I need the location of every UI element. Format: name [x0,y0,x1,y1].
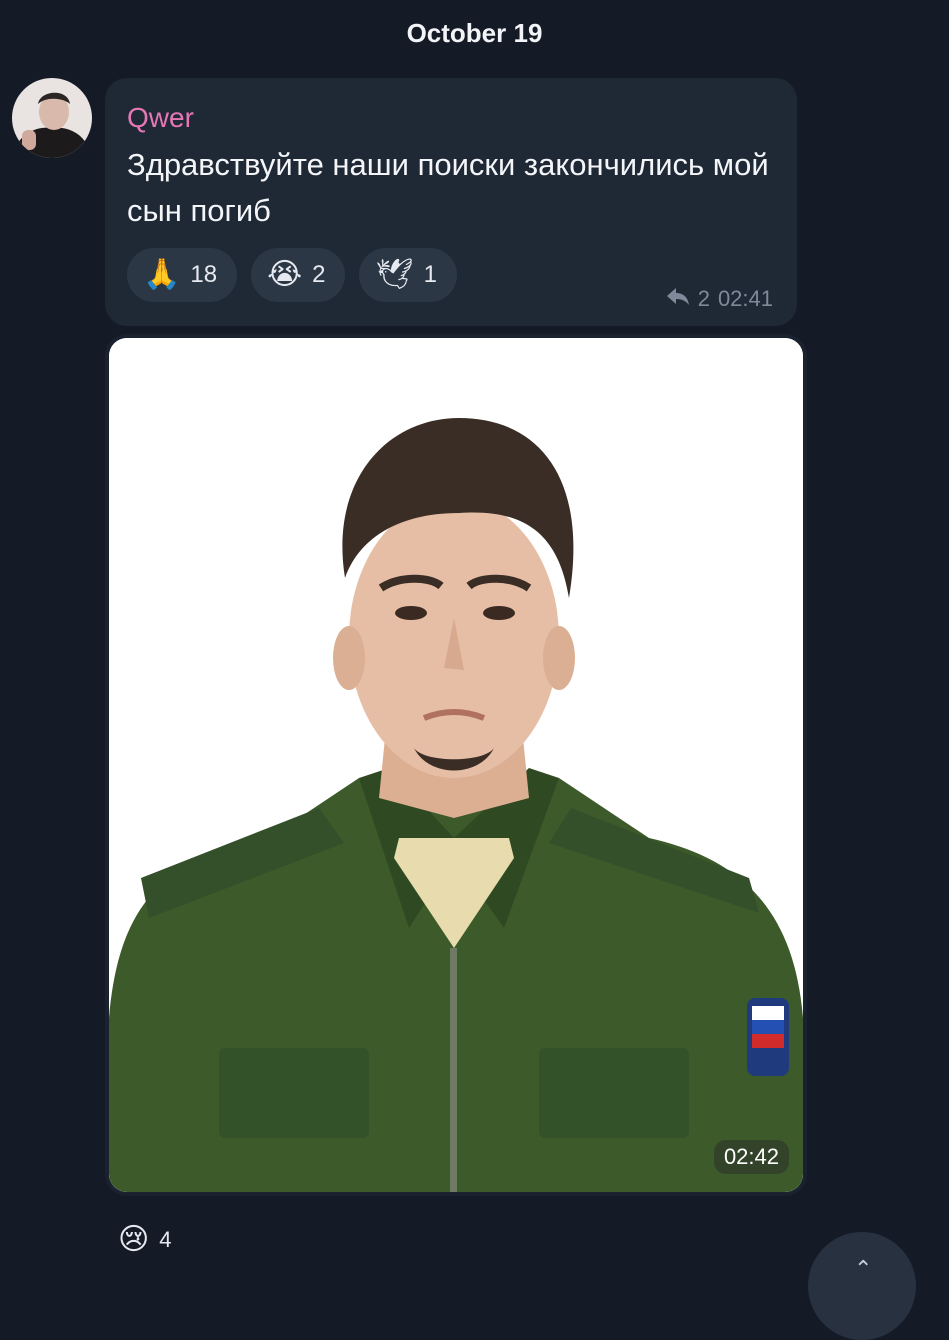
message-text: Здравствуйте наши поиски закончились мой… [127,147,769,228]
reply-icon[interactable] [666,286,690,312]
reactions-row: 🙏 18 😭 2 🕊 1 [127,248,457,302]
scroll-down-icon: ⌃ [854,1256,873,1281]
reaction-pray[interactable]: 🙏 18 [127,248,238,302]
photo-reaction[interactable]: 😢 4 [118,1222,172,1257]
reaction-count: 2 [312,261,326,288]
message-bubble[interactable]: Qwer Здравствуйте наши поиски закончилис… [105,78,797,326]
sad-emoji-icon: 😢 [118,1223,150,1256]
soldier-portrait-image [109,338,803,1192]
reaction-count: 4 [159,1226,172,1252]
pray-emoji-icon: 🙏 [143,258,181,291]
reaction-count: 18 [190,261,218,288]
photo-time: 02:42 [713,1140,789,1174]
date-chip: October 19 [406,18,543,48]
reaction-cry[interactable]: 😭 2 [251,248,346,302]
reply-count[interactable]: 2 [698,286,710,312]
sender-name[interactable]: Qwer [127,102,194,134]
reaction-dove[interactable]: 🕊 1 [359,248,457,302]
crying-emoji-icon: 😭 [267,258,303,291]
dove-emoji-icon: 🕊 [375,258,414,291]
message-time: 02:41 [717,286,773,311]
message-meta: 2 02:41 [666,286,773,312]
scroll-down-button[interactable]: ⌃ [808,1232,916,1340]
photo-message[interactable]: 02:42 [109,338,803,1192]
avatar[interactable] [12,78,92,158]
reaction-count: 1 [423,261,437,288]
